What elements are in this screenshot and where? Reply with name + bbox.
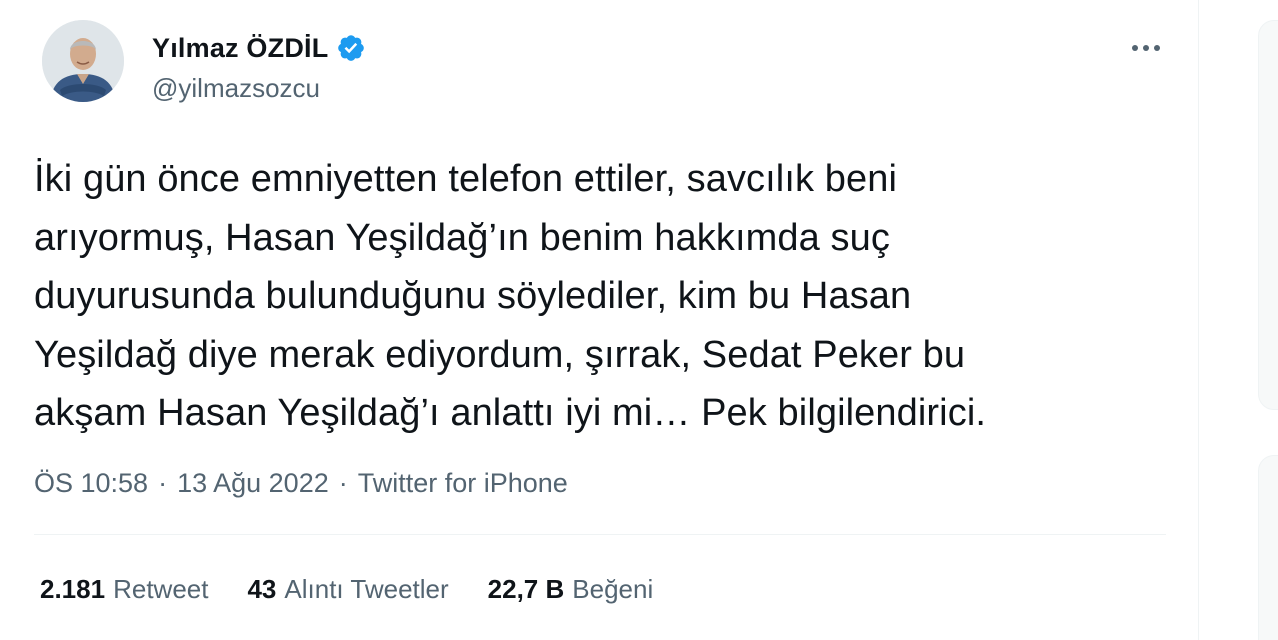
quote-tweets-count: 43 (247, 573, 277, 604)
more-options-button[interactable] (1122, 32, 1170, 64)
tweet-text-line: duyurusunda bulunduğunu söylediler, kim … (34, 275, 912, 317)
tweet-text-line: akşam Hasan Yeşildağ’ı anlattı iyi mi… P… (34, 392, 987, 434)
quote-tweets-stat[interactable]: 43 Alıntı Tweetler (247, 574, 448, 605)
tweet-text-line: arıyormuş, Hasan Yeşildağ’ın benim hakkı… (34, 216, 890, 259)
engagement-stats: 2.181 Retweet 43 Alıntı Tweetler 22,7 B … (40, 567, 692, 611)
tweet-text: İki gün önce emniyetten telefon ettiler,… (34, 150, 1184, 443)
column-divider (1198, 0, 1199, 640)
verified-badge-icon (338, 35, 365, 61)
likes-stat[interactable]: 22,7 B Beğeni (488, 574, 654, 605)
avatar-image (42, 20, 124, 102)
tweet-timestamp-date[interactable]: 13 Ağu 2022 (177, 468, 329, 499)
meta-separator: · (158, 467, 168, 498)
tweet-meta: ÖS 10:58 · 13 Ağu 2022 · Twitter for iPh… (34, 462, 568, 504)
tweet-text-line: Yeşildağ diye merak ediyordum, şırrak, S… (34, 333, 966, 376)
retweets-label: Retweet (113, 573, 209, 604)
tweet-text-line: İki gün önce emniyetten telefon ettiler,… (34, 158, 897, 200)
sidebar-card-bottom[interactable] (1258, 455, 1278, 640)
author-handle[interactable]: @yilmazsozcu (152, 73, 320, 104)
sidebar-card-top[interactable] (1258, 20, 1278, 410)
author-name-row[interactable]: Yılmaz ÖZDİL (152, 30, 366, 66)
tweet-timestamp-time[interactable]: ÖS 10:58 (34, 468, 148, 499)
quote-tweets-label: Alıntı Tweetler (284, 573, 449, 604)
tweet-source-link[interactable]: Twitter for iPhone (358, 468, 568, 499)
meta-divider (34, 534, 1166, 535)
retweets-stat[interactable]: 2.181 Retweet (40, 574, 208, 605)
avatar[interactable] (42, 20, 124, 102)
tweet-page: Yılmaz ÖZDİL @yilmazsozcu İki gün önce e… (0, 0, 1278, 640)
likes-label: Beğeni (572, 573, 654, 604)
likes-count: 22,7 B (487, 573, 565, 604)
retweets-count: 2.181 (40, 573, 106, 604)
author-display-name[interactable]: Yılmaz ÖZDİL (152, 33, 328, 64)
more-dots-icon (1132, 45, 1160, 51)
meta-separator: · (338, 467, 348, 498)
